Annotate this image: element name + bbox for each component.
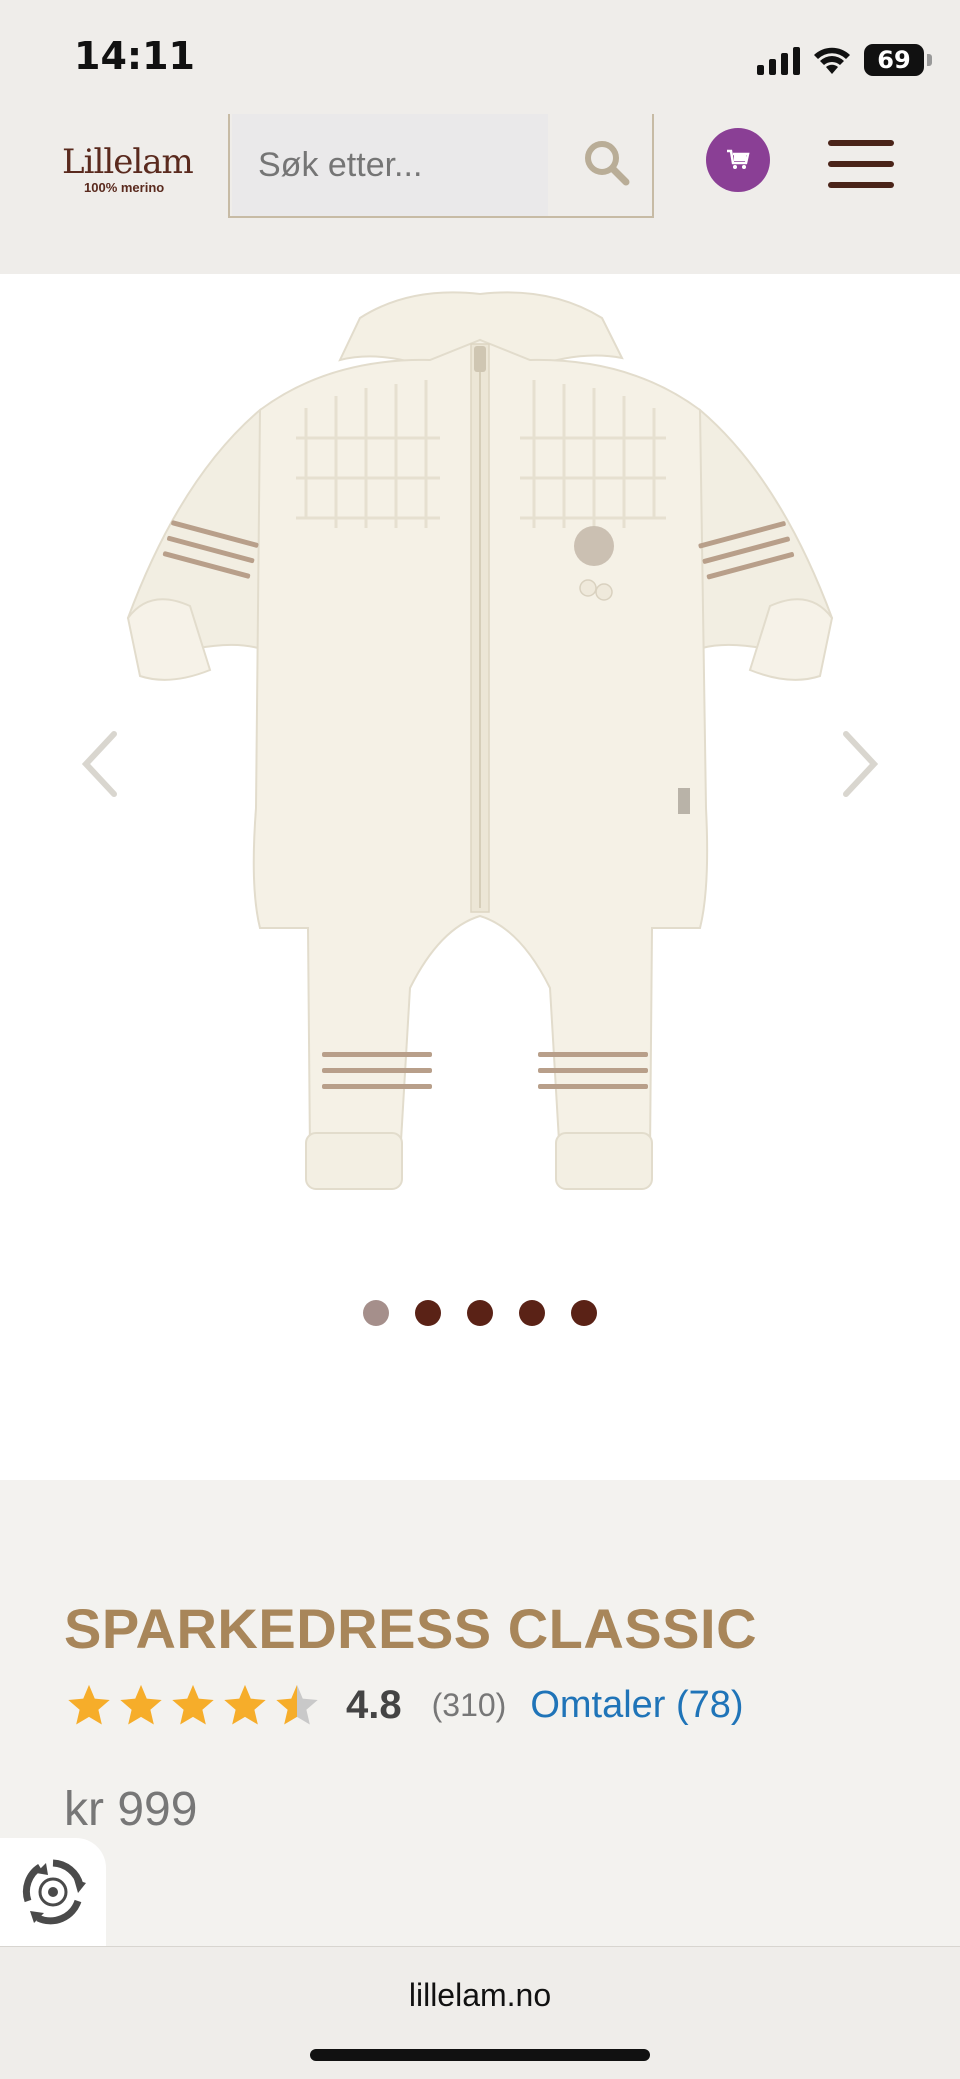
cart-button[interactable] xyxy=(706,128,770,192)
star-half-icon xyxy=(276,1684,318,1725)
product-price: kr 999 xyxy=(64,1783,198,1836)
battery-icon: 69 xyxy=(864,44,932,76)
status-bar: 14:11 69 xyxy=(0,0,960,110)
product-gallery xyxy=(0,274,960,1480)
browser-url-bar: lillelam.no xyxy=(0,1946,960,2079)
gallery-dot[interactable] xyxy=(519,1300,545,1326)
product-info: SPARKEDRESS CLASSIC 4.8 (310) Omtaler (7… xyxy=(0,1480,960,1946)
rating-value: 4.8 xyxy=(346,1682,402,1727)
chevron-left-icon xyxy=(81,731,117,797)
recycle-widget[interactable] xyxy=(0,1838,106,1946)
recycle-icon xyxy=(22,1859,86,1925)
menu-icon-bar xyxy=(828,182,894,188)
gallery-dot[interactable] xyxy=(415,1300,441,1326)
gallery-dot[interactable] xyxy=(571,1300,597,1326)
search-button[interactable] xyxy=(582,138,632,188)
site-header: Lillelam 100% merino xyxy=(0,110,960,274)
gallery-dots xyxy=(0,1300,960,1326)
logo[interactable]: Lillelam 100% merino xyxy=(62,142,202,195)
search-box xyxy=(228,114,654,218)
product-title: SPARKEDRESS CLASSIC xyxy=(64,1597,758,1660)
reviews-link[interactable]: Omtaler (78) xyxy=(530,1684,743,1727)
star-rating xyxy=(66,1682,320,1728)
logo-name: Lillelam xyxy=(62,142,194,182)
signal-icon xyxy=(757,45,800,75)
logo-tagline: 100% merino xyxy=(84,180,165,195)
rating-count: (310) xyxy=(431,1686,507,1723)
rating-row: 4.8 (310) Omtaler (78) xyxy=(66,1680,744,1730)
search-icon xyxy=(585,141,630,186)
star-icon xyxy=(172,1684,214,1725)
next-image-button[interactable] xyxy=(828,724,888,804)
search-input[interactable] xyxy=(232,114,548,216)
product-image[interactable] xyxy=(110,288,850,1288)
menu-icon-bar xyxy=(828,161,894,167)
wifi-icon xyxy=(814,47,850,74)
status-icons: 69 xyxy=(757,40,932,80)
prev-image-button[interactable] xyxy=(72,724,132,804)
star-icon xyxy=(68,1684,110,1725)
menu-button[interactable] xyxy=(828,140,894,188)
gallery-dot[interactable] xyxy=(467,1300,493,1326)
status-time: 14:11 xyxy=(74,34,195,78)
menu-icon-bar xyxy=(828,140,894,146)
star-icon xyxy=(224,1684,266,1725)
gallery-dot[interactable] xyxy=(363,1300,389,1326)
chevron-right-icon xyxy=(843,731,879,797)
star-icon xyxy=(120,1684,162,1725)
url-text[interactable]: lillelam.no xyxy=(0,1977,960,2014)
home-indicator[interactable] xyxy=(310,2049,650,2061)
cart-icon xyxy=(727,149,750,169)
